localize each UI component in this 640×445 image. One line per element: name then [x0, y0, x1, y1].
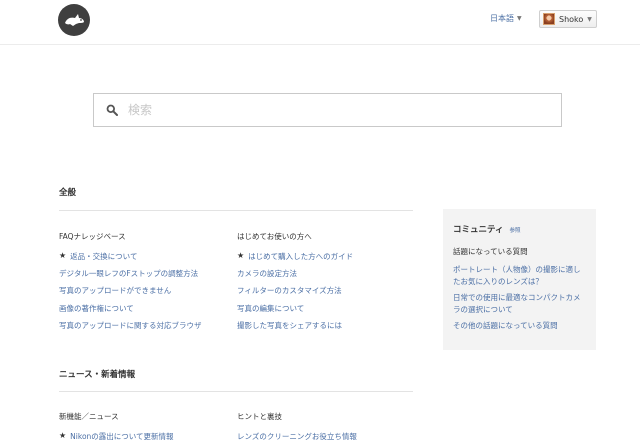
- sidebar-title-text: コミュニティ: [453, 225, 504, 235]
- caret-down-icon: ▼: [517, 15, 522, 22]
- list-item[interactable]: フィルターのカスタマイズ方法: [237, 285, 412, 302]
- link-text[interactable]: 写真のアップロードに関する対応ブラウザ: [59, 320, 202, 331]
- link-text[interactable]: Nikonの露出について更新情報: [70, 431, 173, 442]
- star-icon: ★: [237, 251, 245, 260]
- list-item[interactable]: 写真のアップロードができません: [59, 285, 234, 302]
- column-title: FAQナレッジベース: [59, 232, 126, 241]
- section-divider: [59, 210, 413, 211]
- getting-started-column: はじめてお使いの方へ ★ はじめて購入した方へのガイド カメラの設定方法 フィルタ…: [237, 231, 412, 337]
- language-label: 日本語: [490, 14, 514, 23]
- search-icon: [106, 104, 118, 116]
- list-item[interactable]: カメラの設定方法: [237, 268, 412, 285]
- star-icon: ★: [59, 431, 67, 440]
- avatar: [543, 13, 555, 25]
- list-item[interactable]: デジタル一眼レフのFストップの調整方法: [59, 268, 234, 285]
- sidebar-link[interactable]: ポートレート（人物像）の撮影に適したお気に入りのレンズは？: [453, 264, 586, 287]
- site-logo[interactable]: [58, 4, 90, 36]
- link-text[interactable]: デジタル一眼レフのFストップの調整方法: [59, 268, 198, 279]
- language-selector[interactable]: 日本語 ▼: [490, 13, 522, 24]
- faq-column: FAQナレッジベース ★ 返品・交換について デジタル一眼レフのFストップの調整方…: [59, 231, 234, 337]
- section-title-general: 全般: [59, 188, 77, 198]
- list-item[interactable]: 画像の著作権について: [59, 303, 234, 320]
- list-item[interactable]: ★ Nikonの露出について更新情報: [59, 431, 234, 445]
- sidebar-link[interactable]: その他の話題になっている質問: [453, 320, 586, 332]
- link-text[interactable]: フィルターのカスタマイズ方法: [237, 285, 342, 296]
- list-item[interactable]: ★ はじめて購入した方へのガイド: [237, 251, 412, 268]
- section-divider: [59, 391, 413, 392]
- search-box[interactable]: [93, 93, 562, 127]
- list-item[interactable]: レンズのクリーニングお役立ち情報: [237, 431, 412, 445]
- news-column: 新機能／ニュース ★ Nikonの露出について更新情報: [59, 411, 234, 445]
- sidebar-title: コミュニティ 参照: [453, 223, 586, 235]
- user-menu-button[interactable]: Shoko ▼: [539, 10, 597, 28]
- rabbit-logo-icon: [65, 14, 84, 26]
- link-text[interactable]: カメラの設定方法: [237, 268, 297, 279]
- link-text[interactable]: 写真のアップロードができません: [59, 285, 171, 296]
- tips-column: ヒントと裏技 レンズのクリーニングお役立ち情報: [237, 411, 412, 445]
- column-title: 新機能／ニュース: [59, 412, 119, 421]
- top-bar: 日本語 ▼ Shoko ▼: [0, 0, 640, 45]
- caret-down-icon: ▼: [587, 15, 592, 23]
- list-item[interactable]: 写真のアップロードに関する対応ブラウザ: [59, 320, 234, 337]
- list-item[interactable]: 写真の編集について: [237, 303, 412, 320]
- user-name: Shoko: [559, 14, 584, 24]
- sidebar-link[interactable]: 日常での使用に最適なコンパクトカメラの選択について: [453, 292, 586, 315]
- search-input[interactable]: [128, 103, 528, 117]
- column-title: はじめてお使いの方へ: [237, 232, 312, 241]
- sidebar-ref-link[interactable]: 参照: [510, 226, 521, 234]
- list-item[interactable]: ★ 返品・交換について: [59, 251, 234, 268]
- link-text[interactable]: 画像の著作権について: [59, 303, 134, 314]
- column-title: ヒントと裏技: [237, 412, 282, 421]
- link-text[interactable]: 撮影した写真をシェアするには: [237, 320, 342, 331]
- link-text[interactable]: レンズのクリーニングお役立ち情報: [237, 431, 357, 442]
- link-text[interactable]: 返品・交換について: [70, 251, 137, 262]
- section-title-news: ニュース・新着情報: [59, 370, 136, 380]
- sidebar-subtitle: 話題になっている質問: [453, 247, 528, 256]
- list-item[interactable]: 撮影した写真をシェアするには: [237, 320, 412, 337]
- community-sidebar: コミュニティ 参照 話題になっている質問 ポートレート（人物像）の撮影に適したお…: [443, 209, 596, 350]
- star-icon: ★: [59, 251, 67, 260]
- link-text[interactable]: はじめて購入した方へのガイド: [248, 251, 353, 262]
- link-text[interactable]: 写真の編集について: [237, 303, 304, 314]
